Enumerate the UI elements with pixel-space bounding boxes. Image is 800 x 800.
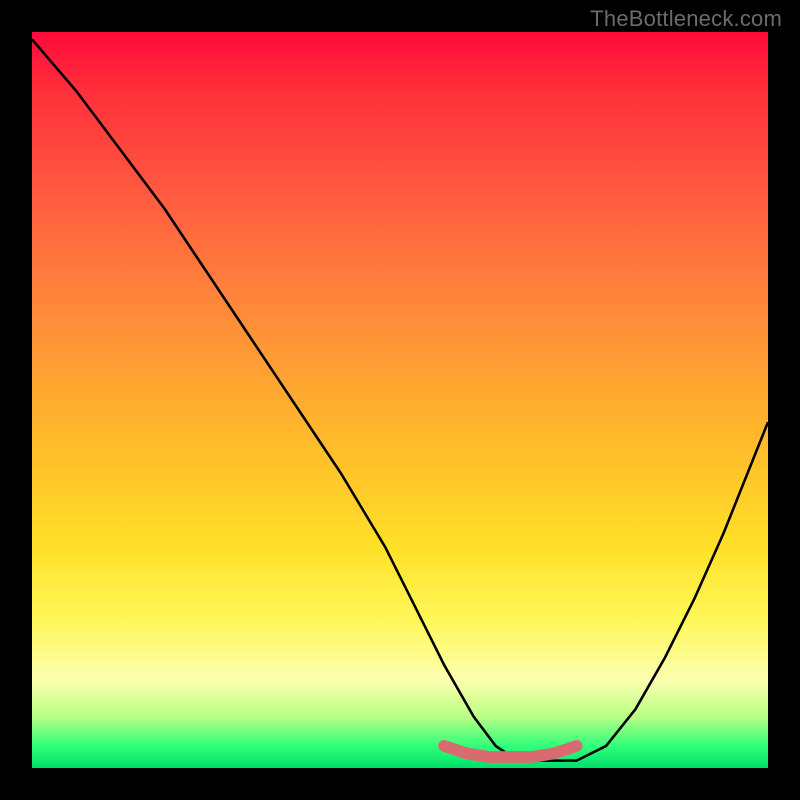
watermark-text: TheBottleneck.com xyxy=(590,6,782,32)
plot-area xyxy=(32,32,768,768)
chart-container: TheBottleneck.com xyxy=(0,0,800,800)
flat-marker-path xyxy=(444,746,576,757)
chart-svg xyxy=(32,32,768,768)
curve-path xyxy=(32,39,768,760)
